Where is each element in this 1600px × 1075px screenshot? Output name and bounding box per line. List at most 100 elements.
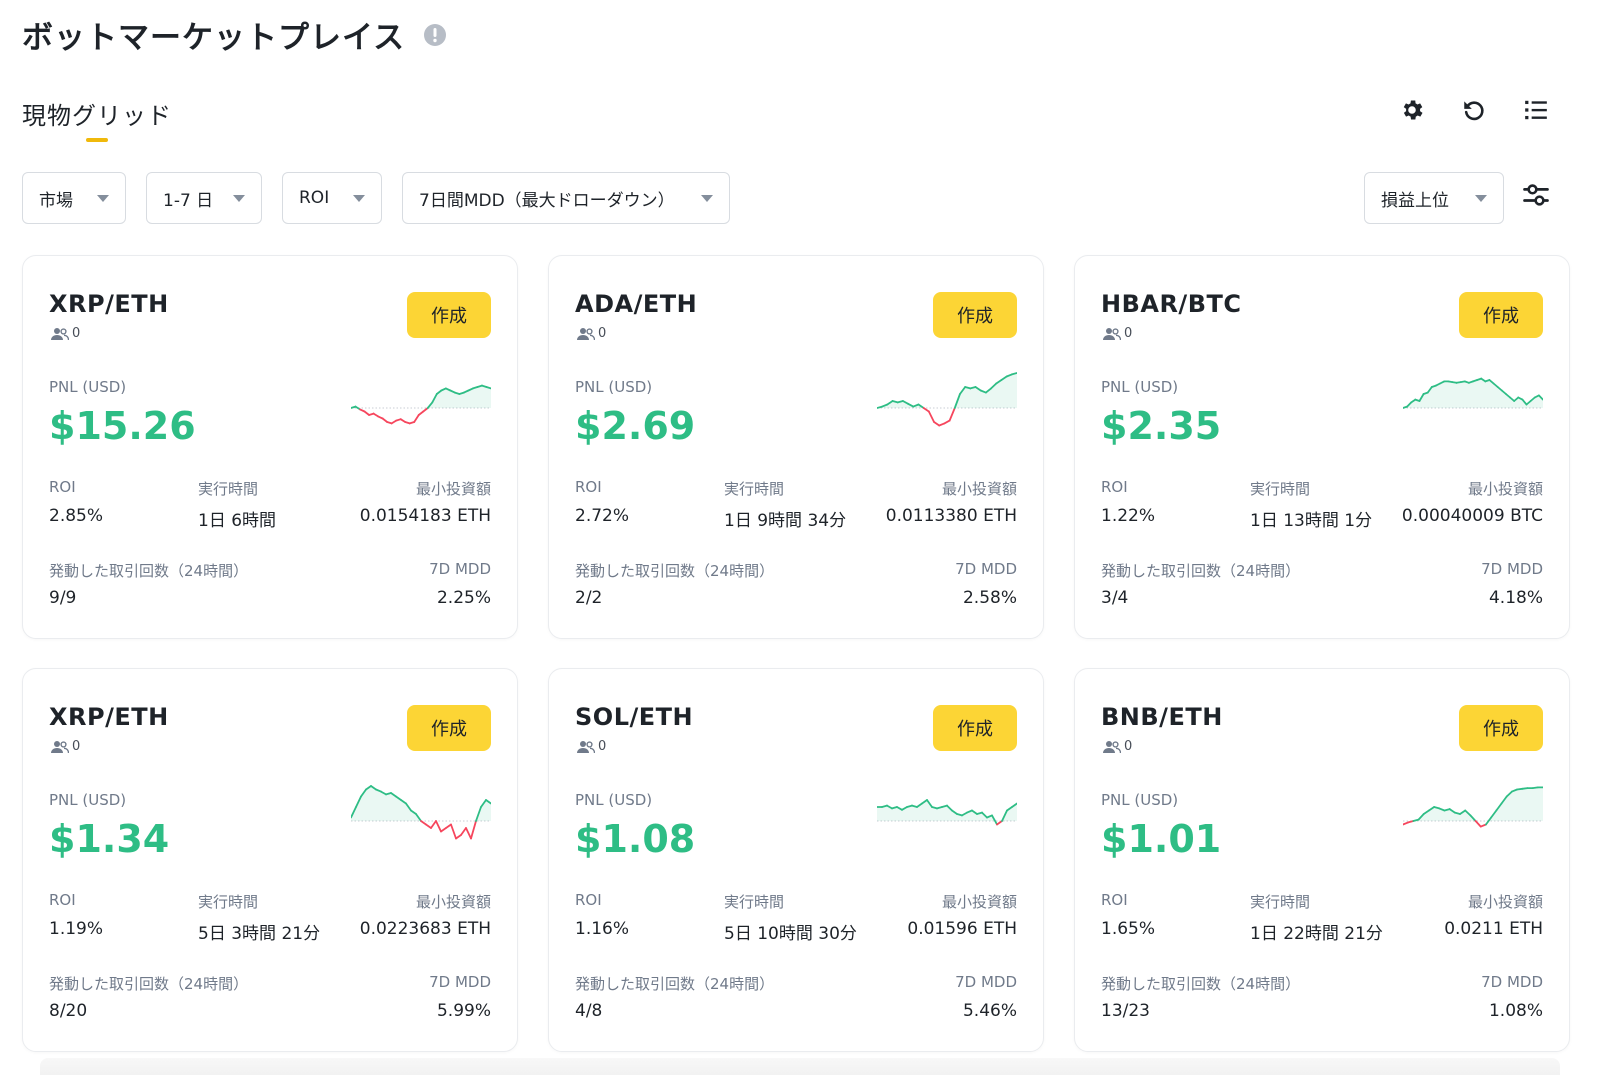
bot-card[interactable]: SOL/ETH 0 作成 PNL (USD) $1.08 ROI 実行時間 最小… bbox=[548, 668, 1044, 1052]
user-count: 0 bbox=[1103, 326, 1132, 341]
pair-name: BNB/ETH bbox=[1101, 703, 1223, 731]
min-invest-value: 0.0211 ETH bbox=[1444, 919, 1543, 939]
page-header: ボットマーケットプレイス bbox=[22, 12, 447, 57]
min-invest-label: 最小投資額 bbox=[415, 480, 491, 498]
roi-value: 1.65% bbox=[1101, 919, 1156, 939]
sparkline-segment bbox=[927, 410, 935, 423]
users-icon bbox=[51, 740, 69, 753]
tab-active-indicator bbox=[86, 138, 108, 142]
sparkline-segment bbox=[413, 414, 420, 423]
trades-label: 発動した取引回数（24時間） bbox=[49, 562, 249, 580]
runtime-label: 実行時間 bbox=[724, 893, 785, 911]
sparkline-segment bbox=[948, 407, 956, 422]
mdd-label: 7D MDD bbox=[955, 973, 1017, 991]
users-icon bbox=[577, 327, 595, 340]
mdd-filter-label: 7日間MDD（最大ドローダウン） bbox=[419, 190, 675, 211]
sparkline-area bbox=[1403, 787, 1543, 821]
pnl-label: PNL (USD) bbox=[575, 791, 653, 809]
sort-filter[interactable]: 損益上位 bbox=[1364, 172, 1504, 224]
tab-spot-grid[interactable]: 現物グリッド bbox=[22, 96, 172, 142]
metric-filter-label: ROI bbox=[299, 188, 330, 208]
runtime-value: 5日 3時間 21分 bbox=[198, 924, 321, 944]
roi-label: ROI bbox=[575, 478, 602, 496]
mdd-value: 5.99% bbox=[436, 1001, 491, 1021]
user-count: 0 bbox=[577, 326, 606, 341]
mdd-filter[interactable]: 7日間MDD（最大ドローダウン） bbox=[402, 172, 730, 224]
pair-name: HBAR/BTC bbox=[1101, 290, 1242, 318]
sliders-icon[interactable] bbox=[1522, 180, 1550, 210]
pnl-sparkline bbox=[351, 384, 491, 425]
roi-label: ROI bbox=[1101, 478, 1128, 496]
user-count: 0 bbox=[51, 326, 80, 341]
trades-value: 8/20 bbox=[49, 1001, 88, 1021]
create-button[interactable]: 作成 bbox=[1459, 292, 1543, 338]
trades-label: 発動した取引回数（24時間） bbox=[575, 562, 775, 580]
gear-icon[interactable] bbox=[1398, 96, 1426, 124]
trades-label: 発動した取引回数（24時間） bbox=[575, 975, 775, 993]
pair-name: ADA/ETH bbox=[575, 290, 698, 318]
trades-label: 発動した取引回数（24時間） bbox=[1101, 562, 1301, 580]
pnl-sparkline bbox=[1403, 786, 1543, 828]
chevron-down-icon bbox=[701, 194, 713, 202]
sparkline-segment bbox=[420, 820, 427, 826]
users-icon bbox=[577, 740, 595, 753]
trades-value: 2/2 bbox=[575, 588, 603, 608]
metric-filter[interactable]: ROI bbox=[282, 172, 382, 224]
runtime-value: 5日 10時間 30分 bbox=[724, 924, 857, 944]
mdd-label: 7D MDD bbox=[1481, 560, 1543, 578]
create-button[interactable]: 作成 bbox=[933, 292, 1017, 338]
list-icon[interactable] bbox=[1522, 96, 1550, 124]
trades-value: 13/23 bbox=[1101, 1001, 1150, 1021]
roi-label: ROI bbox=[49, 478, 76, 496]
min-invest-value: 0.00040009 BTC bbox=[1401, 506, 1543, 526]
sparkline-segment bbox=[440, 827, 447, 833]
users-icon bbox=[1103, 740, 1121, 753]
mdd-label: 7D MDD bbox=[955, 560, 1017, 578]
period-filter[interactable]: 1-7 日 bbox=[146, 172, 262, 224]
refresh-icon[interactable] bbox=[1460, 96, 1488, 124]
chevron-down-icon bbox=[233, 194, 245, 202]
trades-label: 発動した取引回数（24時間） bbox=[49, 975, 249, 993]
create-button[interactable]: 作成 bbox=[933, 705, 1017, 751]
user-count: 0 bbox=[577, 739, 606, 754]
pnl-label: PNL (USD) bbox=[1101, 791, 1179, 809]
runtime-label: 実行時間 bbox=[198, 480, 259, 498]
runtime-value: 1日 13時間 1分 bbox=[1250, 511, 1373, 531]
users-icon bbox=[1103, 327, 1121, 340]
create-button[interactable]: 作成 bbox=[407, 705, 491, 751]
bot-card[interactable]: XRP/ETH 0 作成 PNL (USD) $1.34 ROI 実行時間 最小… bbox=[22, 668, 518, 1052]
page-title: ボットマーケットプレイス bbox=[22, 20, 406, 56]
info-circle-icon[interactable] bbox=[423, 23, 447, 47]
pnl-value: $2.35 bbox=[1101, 404, 1222, 448]
pnl-label: PNL (USD) bbox=[1101, 378, 1179, 396]
create-button[interactable]: 作成 bbox=[407, 292, 491, 338]
min-invest-value: 0.01596 ETH bbox=[907, 919, 1017, 939]
toolbar bbox=[1398, 96, 1550, 124]
bot-card[interactable]: XRP/ETH 0 作成 PNL (USD) $15.26 ROI 実行時間 最… bbox=[22, 255, 518, 639]
min-invest-label: 最小投資額 bbox=[1467, 480, 1543, 498]
user-count-value: 0 bbox=[1124, 739, 1133, 754]
sparkline-segment bbox=[1474, 820, 1482, 828]
chevron-down-icon bbox=[1475, 194, 1487, 202]
bot-card[interactable]: ADA/ETH 0 作成 PNL (USD) $2.69 ROI 実行時間 最小… bbox=[548, 255, 1044, 639]
pair-name: SOL/ETH bbox=[575, 703, 694, 731]
min-invest-value: 0.0113380 ETH bbox=[885, 506, 1017, 526]
market-filter[interactable]: 市場 bbox=[22, 172, 126, 224]
user-count-value: 0 bbox=[72, 739, 81, 754]
pnl-sparkline bbox=[1403, 377, 1543, 409]
pnl-label: PNL (USD) bbox=[49, 378, 127, 396]
pnl-sparkline bbox=[351, 785, 491, 840]
scroll-edge bbox=[40, 1058, 1560, 1075]
sparkline-segment bbox=[430, 820, 437, 829]
bot-card[interactable]: HBAR/BTC 0 作成 PNL (USD) $2.35 ROI 実行時間 最… bbox=[1074, 255, 1570, 639]
bot-card[interactable]: BNB/ETH 0 作成 PNL (USD) $1.01 ROI 実行時間 最小… bbox=[1074, 668, 1570, 1052]
create-button[interactable]: 作成 bbox=[1459, 705, 1543, 751]
pnl-value: $1.01 bbox=[1101, 817, 1222, 861]
runtime-label: 実行時間 bbox=[198, 893, 259, 911]
user-count-value: 0 bbox=[598, 739, 607, 754]
roi-label: ROI bbox=[575, 891, 602, 909]
user-count: 0 bbox=[51, 739, 80, 754]
min-invest-value: 0.0223683 ETH bbox=[359, 919, 491, 939]
sort-filter-label: 損益上位 bbox=[1381, 190, 1449, 211]
sparkline-segment bbox=[435, 820, 442, 833]
